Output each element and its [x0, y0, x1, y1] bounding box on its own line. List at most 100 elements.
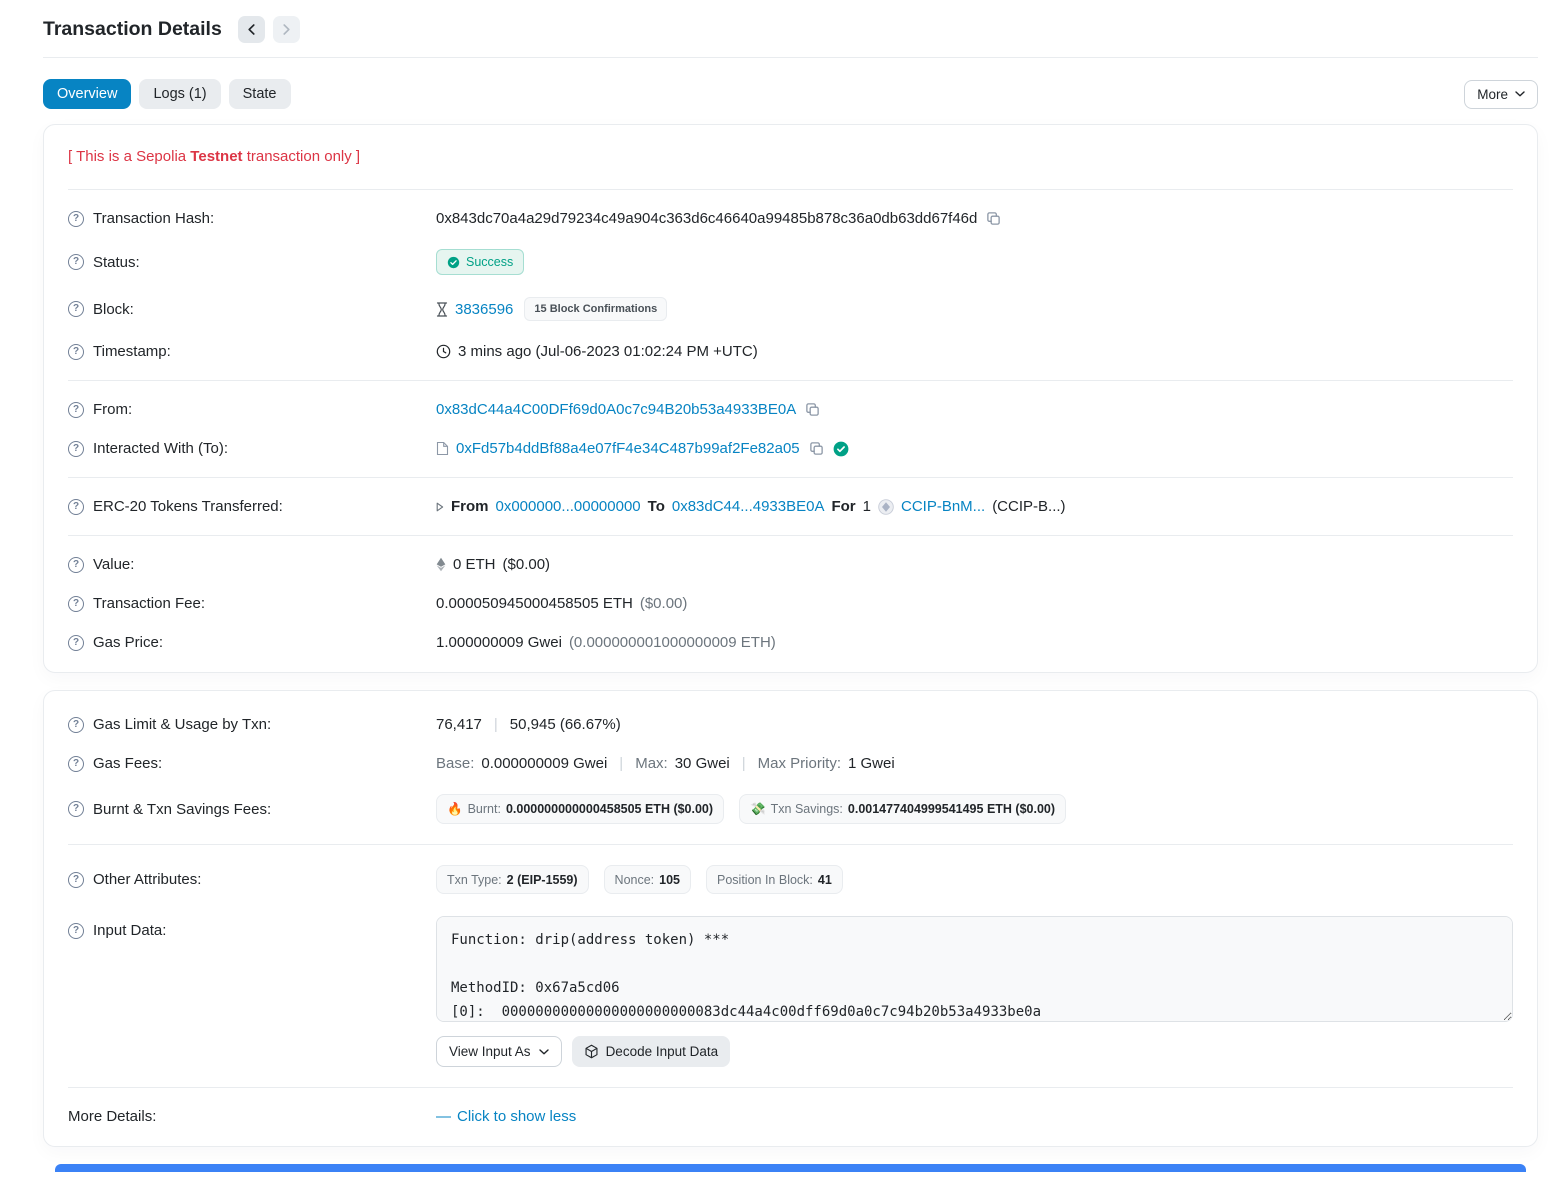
from-value: 0x83dC44a4C00DFf69d0A0c7c94B20b53a4933BE… — [436, 401, 1513, 418]
gas-price-value: 1.000000009 Gwei (0.000000001000000009 E… — [436, 634, 1513, 651]
row-other-attributes: ? Other Attributes: Txn Type: 2 (EIP-155… — [68, 854, 1513, 905]
help-icon[interactable]: ? — [68, 254, 84, 270]
timestamp-value: 3 mins ago (Jul-06-2023 01:02:24 PM +UTC… — [436, 343, 1513, 360]
help-icon[interactable]: ? — [68, 801, 84, 817]
overview-card: [ This is a Sepolia Testnet transaction … — [43, 124, 1538, 673]
help-icon[interactable]: ? — [68, 872, 84, 888]
max-priority-fee-value: 1 Gwei — [848, 755, 895, 772]
help-icon[interactable]: ? — [68, 557, 84, 573]
input-data-label: ? Input Data: — [68, 916, 436, 939]
token-name-link[interactable]: CCIP-BnM... — [901, 498, 985, 515]
page-title: Transaction Details — [43, 18, 222, 41]
status-badge: Success — [436, 249, 524, 275]
burnt-savings-value: 🔥 Burnt: 0.000000000000458505 ETH ($0.00… — [436, 794, 1513, 824]
gas-fees-value: Base: 0.000000009 Gwei | Max: 30 Gwei | … — [436, 755, 1513, 772]
value-usd: ($0.00) — [503, 556, 551, 573]
transaction-details-page: Transaction Details Overview Logs (1) St… — [0, 0, 1560, 1172]
row-interacted-with: ? Interacted With (To): 0xFd57b4ddBf88a4… — [68, 429, 1513, 468]
view-input-as-button[interactable]: View Input As — [436, 1036, 562, 1067]
tabs-row: Overview Logs (1) State More — [43, 79, 1538, 109]
to-address-link[interactable]: 0xFd57b4ddBf88a4e07fF4e34C487b99af2Fe82a… — [456, 440, 800, 457]
tab-overview[interactable]: Overview — [43, 79, 131, 109]
gas-limit-value: 76,417 | 50,945 (66.67%) — [436, 716, 1513, 733]
from-address-link[interactable]: 0x83dC44a4C00DFf69d0A0c7c94B20b53a4933BE… — [436, 401, 796, 418]
input-data-textarea[interactable]: Function: drip(address token) *** Method… — [436, 916, 1513, 1022]
row-more-details: More Details: — Click to show less — [68, 1097, 1513, 1136]
burnt-label: Burnt: — [468, 802, 501, 816]
label-text: Gas Price: — [93, 634, 163, 651]
gas-fees-label: ? Gas Fees: — [68, 755, 436, 772]
next-transaction-button[interactable] — [273, 16, 300, 43]
txn-type-badge: Txn Type: 2 (EIP-1559) — [436, 865, 589, 894]
input-data-actions: View Input As Decode Input Data — [436, 1036, 1513, 1067]
position-in-block-badge: Position In Block: 41 — [706, 865, 843, 894]
copy-from-address-button[interactable] — [803, 402, 822, 417]
help-icon[interactable]: ? — [68, 402, 84, 418]
label-text: Timestamp: — [93, 343, 171, 360]
decode-input-data-label: Decode Input Data — [606, 1044, 719, 1059]
transfer-amount: 1 — [863, 498, 871, 515]
tab-logs[interactable]: Logs (1) — [139, 79, 220, 109]
copy-icon — [986, 211, 1001, 226]
txn-savings-badge: 💸 Txn Savings: 0.001477404999541495 ETH … — [739, 794, 1066, 824]
gas-price-label: ? Gas Price: — [68, 634, 436, 651]
help-icon[interactable]: ? — [68, 301, 84, 317]
help-icon[interactable]: ? — [68, 923, 84, 939]
more-dropdown-button[interactable]: More — [1464, 80, 1538, 109]
block-number-link[interactable]: 3836596 — [455, 301, 513, 318]
help-icon[interactable]: ? — [68, 441, 84, 457]
status-label: ? Status: — [68, 254, 436, 271]
hourglass-icon — [436, 302, 448, 317]
max-fee-value: 30 Gwei — [675, 755, 730, 772]
help-icon[interactable]: ? — [68, 717, 84, 733]
fee-amount: 0.000050945000458505 ETH — [436, 595, 633, 612]
row-block: ? Block: 3836596 15 Block Confirmations — [68, 286, 1513, 332]
eth-icon — [436, 557, 446, 572]
transaction-hash-text: 0x843dc70a4a29d79234c49a904c363d6c46640a… — [436, 210, 977, 227]
pipe-separator: | — [489, 716, 503, 733]
interacted-with-value: 0xFd57b4ddBf88a4e07fF4e34C487b99af2Fe82a… — [436, 440, 1513, 457]
transaction-fee-label: ? Transaction Fee: — [68, 595, 436, 612]
section-divider — [68, 477, 1513, 478]
transfer-from-word: From — [451, 498, 489, 515]
help-icon[interactable]: ? — [68, 635, 84, 651]
previous-transaction-button[interactable] — [238, 16, 265, 43]
caret-right-icon — [436, 502, 444, 512]
label-text: From: — [93, 401, 132, 418]
help-icon[interactable]: ? — [68, 211, 84, 227]
toggle-details-link[interactable]: — Click to show less — [436, 1108, 576, 1125]
transaction-fee-value: 0.000050945000458505 ETH ($0.00) — [436, 595, 1513, 612]
row-timestamp: ? Timestamp: 3 mins ago (Jul-06-2023 01:… — [68, 332, 1513, 371]
transfer-from-address-link[interactable]: 0x000000...00000000 — [496, 498, 641, 515]
chevron-left-icon — [248, 24, 255, 35]
from-label: ? From: — [68, 401, 436, 418]
base-fee-value: 0.000000009 Gwei — [481, 755, 607, 772]
label-text: Status: — [93, 254, 140, 271]
more-details-value: — Click to show less — [436, 1108, 1513, 1125]
row-status: ? Status: Success — [68, 238, 1513, 286]
label-text: Value: — [93, 556, 134, 573]
other-attributes-label: ? Other Attributes: — [68, 871, 436, 888]
bottom-banner — [55, 1164, 1526, 1172]
chevron-down-icon — [1515, 91, 1525, 97]
transfer-to-address-link[interactable]: 0x83dC44...4933BE0A — [672, 498, 825, 515]
copy-hash-button[interactable] — [984, 211, 1003, 226]
help-icon[interactable]: ? — [68, 344, 84, 360]
burnt-savings-label: ? Burnt & Txn Savings Fees: — [68, 801, 436, 818]
erc20-transfer-item: From 0x000000...00000000 To 0x83dC44...4… — [436, 498, 1513, 515]
block-value: 3836596 15 Block Confirmations — [436, 297, 1513, 321]
transaction-hash-label: ? Transaction Hash: — [68, 210, 436, 227]
help-icon[interactable]: ? — [68, 596, 84, 612]
txn-type-label: Txn Type: — [447, 873, 502, 887]
clock-icon — [436, 344, 451, 359]
row-input-data: ? Input Data: Function: drip(address tok… — [68, 905, 1513, 1078]
copy-to-address-button[interactable] — [807, 441, 826, 456]
help-icon[interactable]: ? — [68, 499, 84, 515]
tab-state[interactable]: State — [229, 79, 291, 109]
row-value: ? Value: 0 ETH ($0.00) — [68, 545, 1513, 584]
position-label: Position In Block: — [717, 873, 813, 887]
help-icon[interactable]: ? — [68, 756, 84, 772]
header-divider — [43, 57, 1538, 58]
label-text: Transaction Fee: — [93, 595, 205, 612]
decode-input-data-button[interactable]: Decode Input Data — [572, 1036, 731, 1067]
